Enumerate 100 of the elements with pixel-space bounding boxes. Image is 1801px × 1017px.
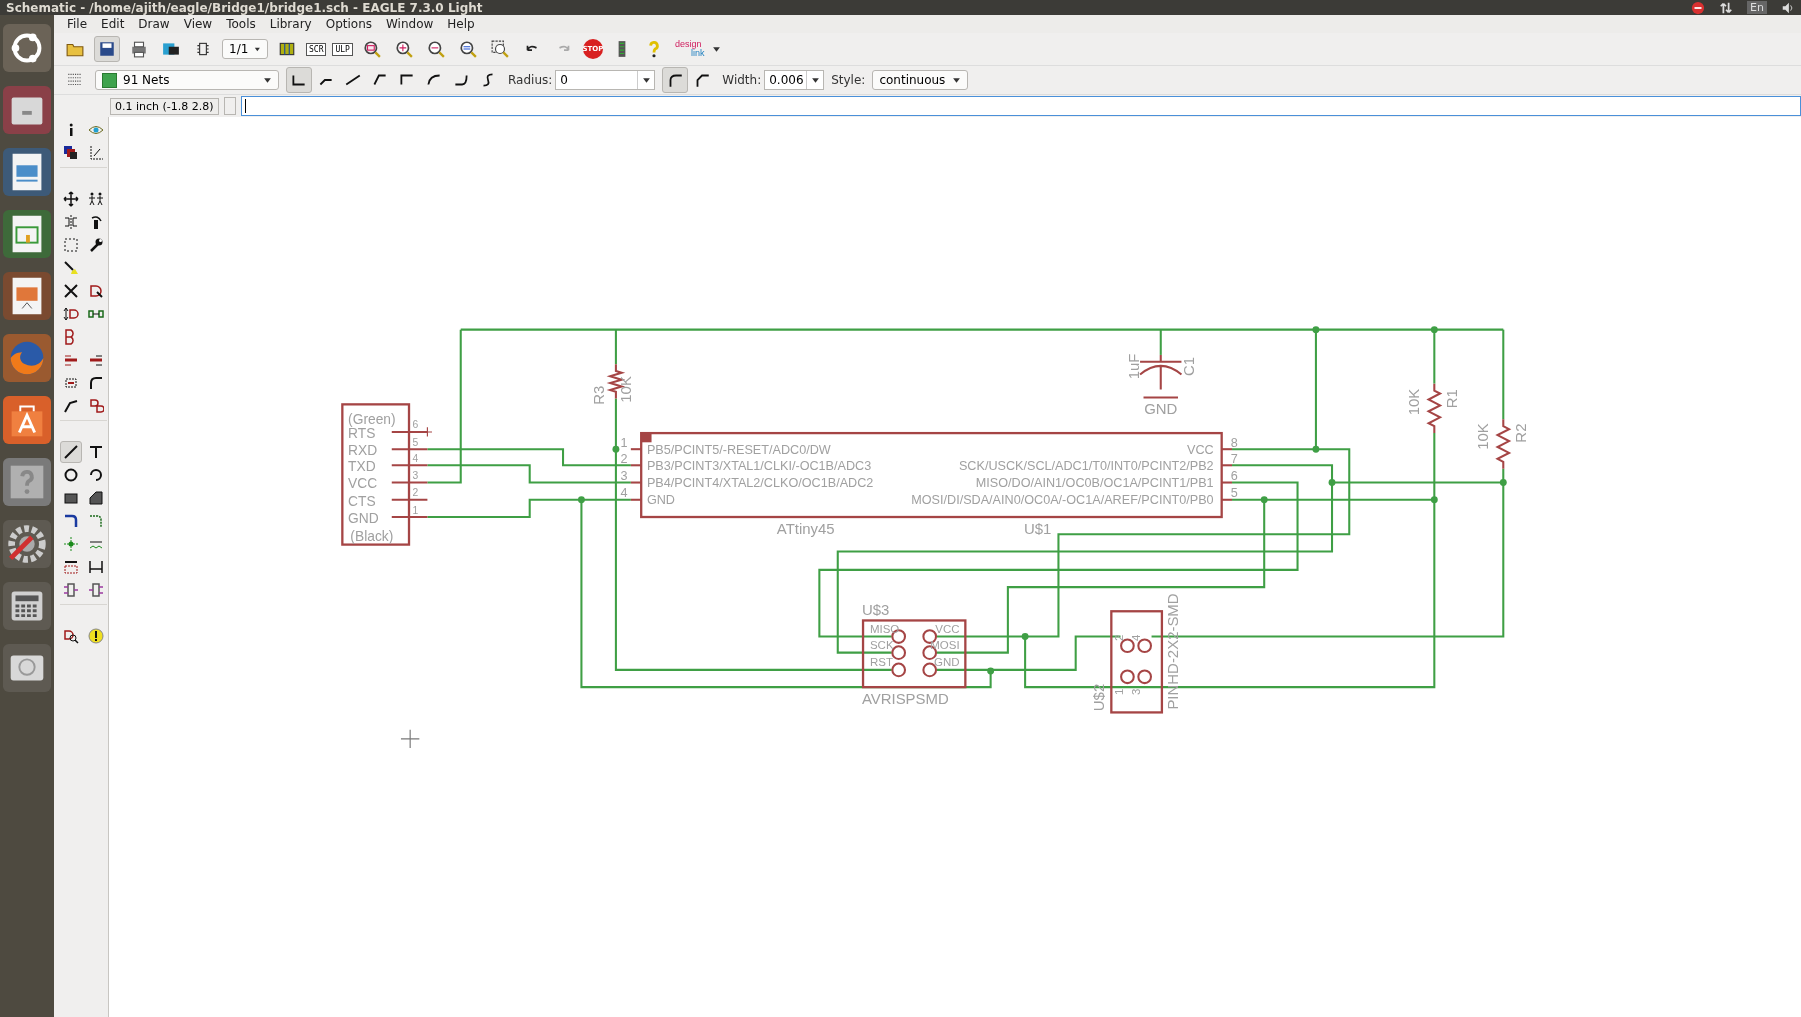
pin-number: 6 (412, 419, 419, 431)
menu-item[interactable]: Edit (94, 17, 132, 31)
pin-number: 3 (1130, 688, 1143, 695)
style-label: Style: (831, 73, 866, 87)
wire-bend-icon[interactable] (286, 67, 312, 93)
menu-item[interactable]: File (60, 17, 95, 31)
pin-number: 1 (620, 435, 628, 450)
pin-number: 5 (412, 436, 419, 448)
pin-line (1221, 481, 1232, 484)
pin-label: VCC (1186, 442, 1214, 457)
junction-dot (1021, 633, 1029, 640)
pin-label: VCC (348, 476, 378, 492)
pin-line (391, 515, 428, 519)
pin-line (391, 448, 428, 451)
ulp-button[interactable]: ULP (332, 42, 353, 56)
radius-field[interactable]: 0 (555, 70, 656, 90)
width-field[interactable]: 0.006 (764, 70, 825, 90)
command-field[interactable] (240, 96, 1801, 116)
caret-icon (263, 75, 272, 85)
pin-number: 2 (620, 452, 628, 466)
script-button[interactable]: SCR (306, 42, 327, 56)
window-title: Schematic - /home/ajith/eagle/Bridge1/bridge1.sch - EAGLE 7.3.0 Light (6, 0, 483, 15)
pin-label: TXD (348, 459, 376, 475)
pin-line (630, 448, 642, 451)
resistor-symbol (1426, 383, 1443, 434)
menu-item[interactable]: Tools (219, 17, 263, 31)
pin-label: GND (348, 510, 379, 526)
junction-dot (1430, 326, 1438, 334)
speaker-icon[interactable] (1781, 0, 1795, 15)
part-value: 10K (1405, 388, 1423, 416)
save-icon[interactable] (94, 36, 120, 62)
pin-number: 2 (1112, 634, 1125, 641)
pin-number: 4 (1130, 634, 1143, 641)
style-dropdown[interactable]: continuous (872, 70, 969, 90)
pin-number: 1 (412, 504, 419, 516)
pin-label: MOSI/DI/SDA/AIN0/OC0A/-OC1A/AREF/PCINT0/PB0 (911, 493, 1214, 508)
junction-dot (578, 496, 585, 504)
junction-dot (1328, 479, 1336, 486)
menu-item[interactable]: View (176, 17, 220, 31)
pin-number: 5 (1230, 486, 1238, 501)
pin-number: 3 (412, 470, 419, 482)
pin-label: RTS (348, 425, 376, 441)
pin-number: 4 (412, 452, 419, 464)
pin-number: 6 (1230, 469, 1238, 484)
minus-circle-icon[interactable] (1691, 0, 1706, 15)
pin-pad (1120, 669, 1135, 685)
design-link-button[interactable]: design link (672, 40, 707, 58)
grid-coordinates: 0.1 inch (-1.8 2.8) (110, 97, 219, 115)
pin-line (391, 498, 428, 501)
layer-dropdown[interactable]: 91 Nets (95, 70, 279, 90)
pin-label: VCC (935, 623, 960, 636)
pin-label: MISO (869, 623, 900, 636)
pin-line (630, 481, 642, 484)
pin-number: 4 (620, 486, 628, 501)
pin-label: SCK/USCK/SCL/ADC1/T0/INT0/PCINT2/PB2 (958, 458, 1214, 473)
menu-item[interactable]: Help (440, 17, 482, 31)
pin-number: 2 (412, 487, 419, 499)
spreadsheet-icon[interactable] (3, 209, 51, 259)
sheet-dropdown[interactable]: 1/1 (222, 39, 268, 59)
menu-item[interactable]: Window (379, 17, 441, 31)
part-value: AVRISPSMD (861, 690, 949, 708)
pin-label: GND (934, 656, 960, 669)
drawer-icon[interactable] (3, 85, 51, 135)
part-name: C1 (1180, 356, 1198, 376)
width-label: Width: (722, 73, 762, 87)
keyboard-layout[interactable]: En (1747, 1, 1767, 14)
document-icon[interactable] (3, 147, 51, 197)
junction-dot (612, 445, 620, 453)
pin-line (1221, 448, 1232, 451)
pin-label: MISO/DO/AIN1/OC0B/OC1A/PCINT1/PB1 (975, 476, 1214, 491)
pin-pad (1137, 669, 1152, 685)
junction-dot (1430, 496, 1438, 504)
part-name: R1 (1443, 389, 1461, 409)
globe-icon[interactable] (3, 333, 51, 383)
resistor-symbol (1495, 419, 1512, 469)
menu-item[interactable]: Draw (131, 17, 177, 31)
part-value: 10K (616, 376, 634, 403)
circle-logo-icon[interactable] (3, 23, 51, 73)
pin-label: RST (869, 656, 893, 669)
menu-item[interactable]: Library (262, 17, 319, 31)
pin-line (630, 464, 642, 467)
ground-label: GND (1144, 399, 1178, 417)
menu-item[interactable]: Options (318, 17, 379, 31)
calculator-icon[interactable] (3, 581, 51, 631)
network-arrows-icon[interactable] (1719, 0, 1734, 15)
part-name: U$3 (861, 600, 890, 618)
status-box (223, 97, 236, 115)
part-name: U$1 (1023, 520, 1052, 538)
miter-style-icon[interactable] (662, 67, 689, 93)
warning-icon[interactable] (85, 625, 107, 647)
gear-wrench-icon[interactable] (3, 519, 51, 569)
shopping-bag-icon[interactable] (3, 395, 51, 445)
pin-line (1221, 464, 1232, 467)
line-tool-icon[interactable] (60, 441, 82, 463)
pin-line (391, 464, 428, 467)
caret-icon[interactable] (712, 44, 722, 54)
part-value: PINHD-2X2-SMD (1164, 593, 1181, 710)
pin-number: 3 (620, 469, 628, 484)
presentation-icon[interactable] (3, 271, 51, 321)
help-icon[interactable] (3, 457, 51, 507)
